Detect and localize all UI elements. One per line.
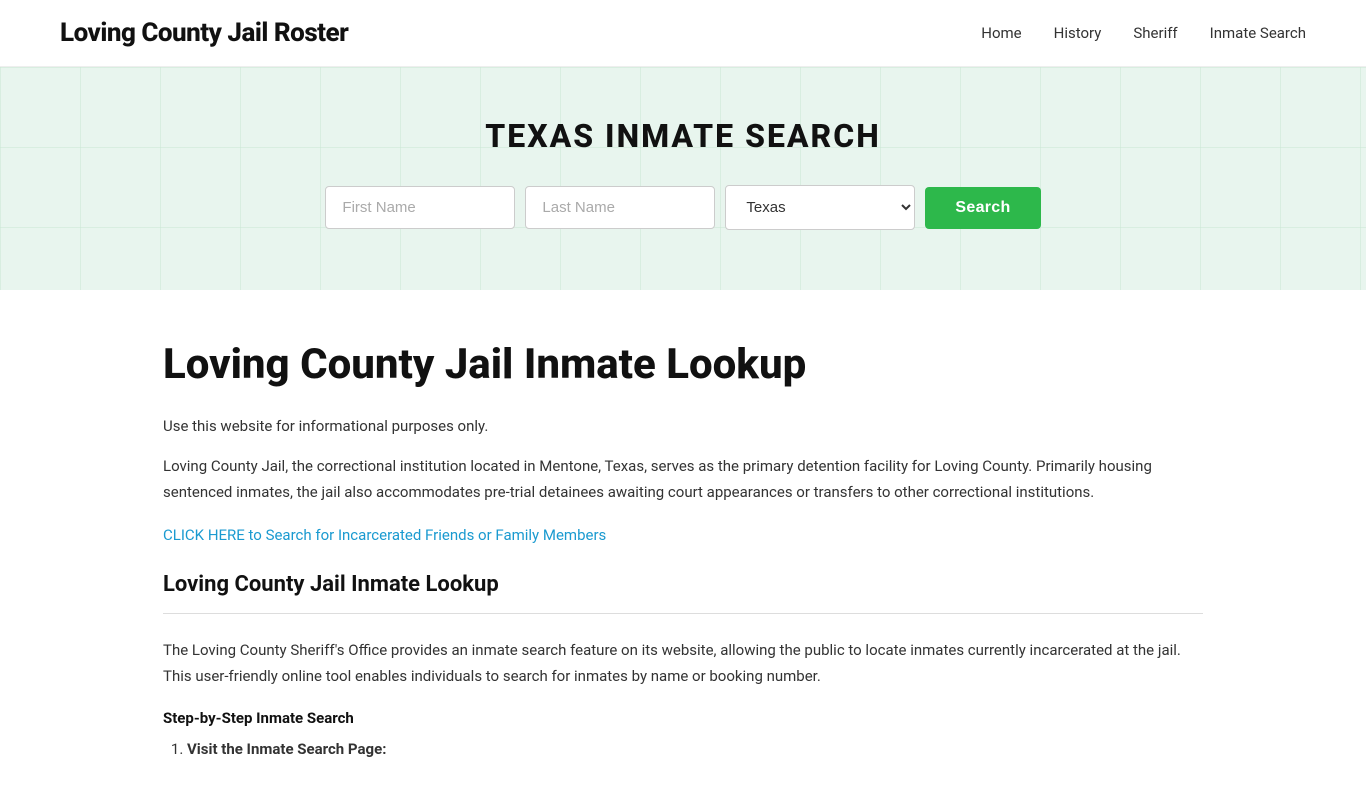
site-title: Loving County Jail Roster xyxy=(60,18,348,48)
intro-text: Use this website for informational purpo… xyxy=(163,414,1203,438)
state-select[interactable]: Texas Alabama Alaska Arizona Arkansas Ca… xyxy=(725,185,915,230)
page-heading: Loving County Jail Inmate Lookup xyxy=(163,340,1203,390)
hero-title: TEXAS INMATE SEARCH xyxy=(20,117,1346,155)
search-form: Texas Alabama Alaska Arizona Arkansas Ca… xyxy=(20,185,1346,230)
body-text: The Loving County Sheriff's Office provi… xyxy=(163,638,1203,689)
search-button[interactable]: Search xyxy=(925,187,1040,229)
nav-sheriff[interactable]: Sheriff xyxy=(1133,24,1177,42)
description-text: Loving County Jail, the correctional ins… xyxy=(163,454,1203,505)
first-name-input[interactable] xyxy=(325,186,515,229)
nav-home[interactable]: Home xyxy=(981,24,1021,42)
divider xyxy=(163,613,1203,614)
list-item: Visit the Inmate Search Page: xyxy=(187,737,1203,763)
hero-section: TEXAS INMATE SEARCH Texas Alabama Alaska… xyxy=(0,67,1366,290)
site-header: Loving County Jail Roster Home History S… xyxy=(0,0,1366,67)
cta-link[interactable]: CLICK HERE to Search for Incarcerated Fr… xyxy=(163,526,606,544)
main-nav: Home History Sheriff Inmate Search xyxy=(981,24,1306,42)
nav-inmate-search[interactable]: Inmate Search xyxy=(1210,24,1306,42)
steps-list: Visit the Inmate Search Page: xyxy=(163,737,1203,763)
step-1-label: Visit the Inmate Search Page: xyxy=(187,740,386,758)
last-name-input[interactable] xyxy=(525,186,715,229)
nav-history[interactable]: History xyxy=(1054,24,1102,42)
main-content: Loving County Jail Inmate Lookup Use thi… xyxy=(103,290,1263,807)
section-subheading: Loving County Jail Inmate Lookup xyxy=(163,572,1203,597)
step-heading: Step-by-Step Inmate Search xyxy=(163,709,1203,727)
